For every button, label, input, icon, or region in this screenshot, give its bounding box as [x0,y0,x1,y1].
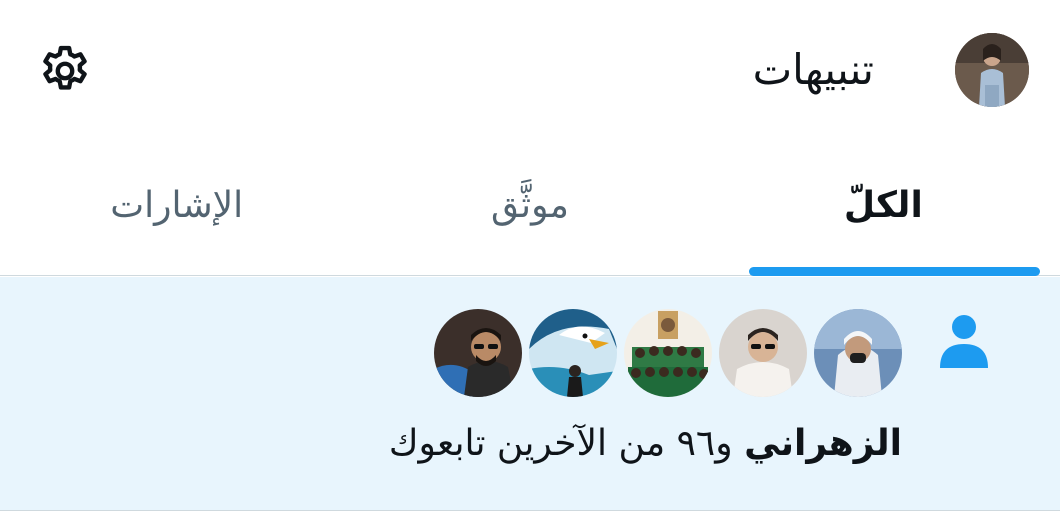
avatar-image [719,309,807,397]
tab-mentions-label: الإشارات [110,184,244,226]
notification-actor-name: الزهراني [744,423,902,464]
avatar-image [434,309,522,397]
notification-text: الزهراني و٩٦ من الآخرين تابعوك [389,420,902,468]
notifications-screen: تنبيهات الكلّ موثَّق الإشارات الزهراني و… [0,0,1060,528]
follower-avatar-1[interactable] [814,309,902,397]
avatar-image [529,309,617,397]
notification-message: و٩٦ من الآخرين تابعوك [388,423,733,464]
follower-avatar-4[interactable] [529,309,617,397]
follower-avatar-3[interactable] [624,309,712,397]
person-icon [940,315,988,368]
tab-all[interactable]: الكلّ [707,140,1060,276]
follower-avatar-5[interactable] [434,309,522,397]
notification-tabs: الكلّ موثَّق الإشارات [0,140,1060,276]
gear-icon [43,45,87,90]
page-title: تنبيهات [752,45,874,94]
follow-notification[interactable] [0,277,1060,511]
tab-verified[interactable]: موثَّق [353,140,706,276]
profile-avatar[interactable] [955,33,1029,107]
avatar-image [814,309,902,397]
top-app-bar: تنبيهات [0,0,1060,140]
next-item-area [0,512,1060,528]
profile-photo [955,33,1029,107]
tab-mentions[interactable]: الإشارات [0,140,353,276]
settings-button[interactable] [30,38,100,104]
tab-verified-label: موثَّق [491,184,569,226]
avatar-image [624,309,712,397]
follower-avatar-2[interactable] [719,309,807,397]
tab-all-label: الكلّ [843,184,923,226]
active-tab-indicator [748,267,1040,276]
